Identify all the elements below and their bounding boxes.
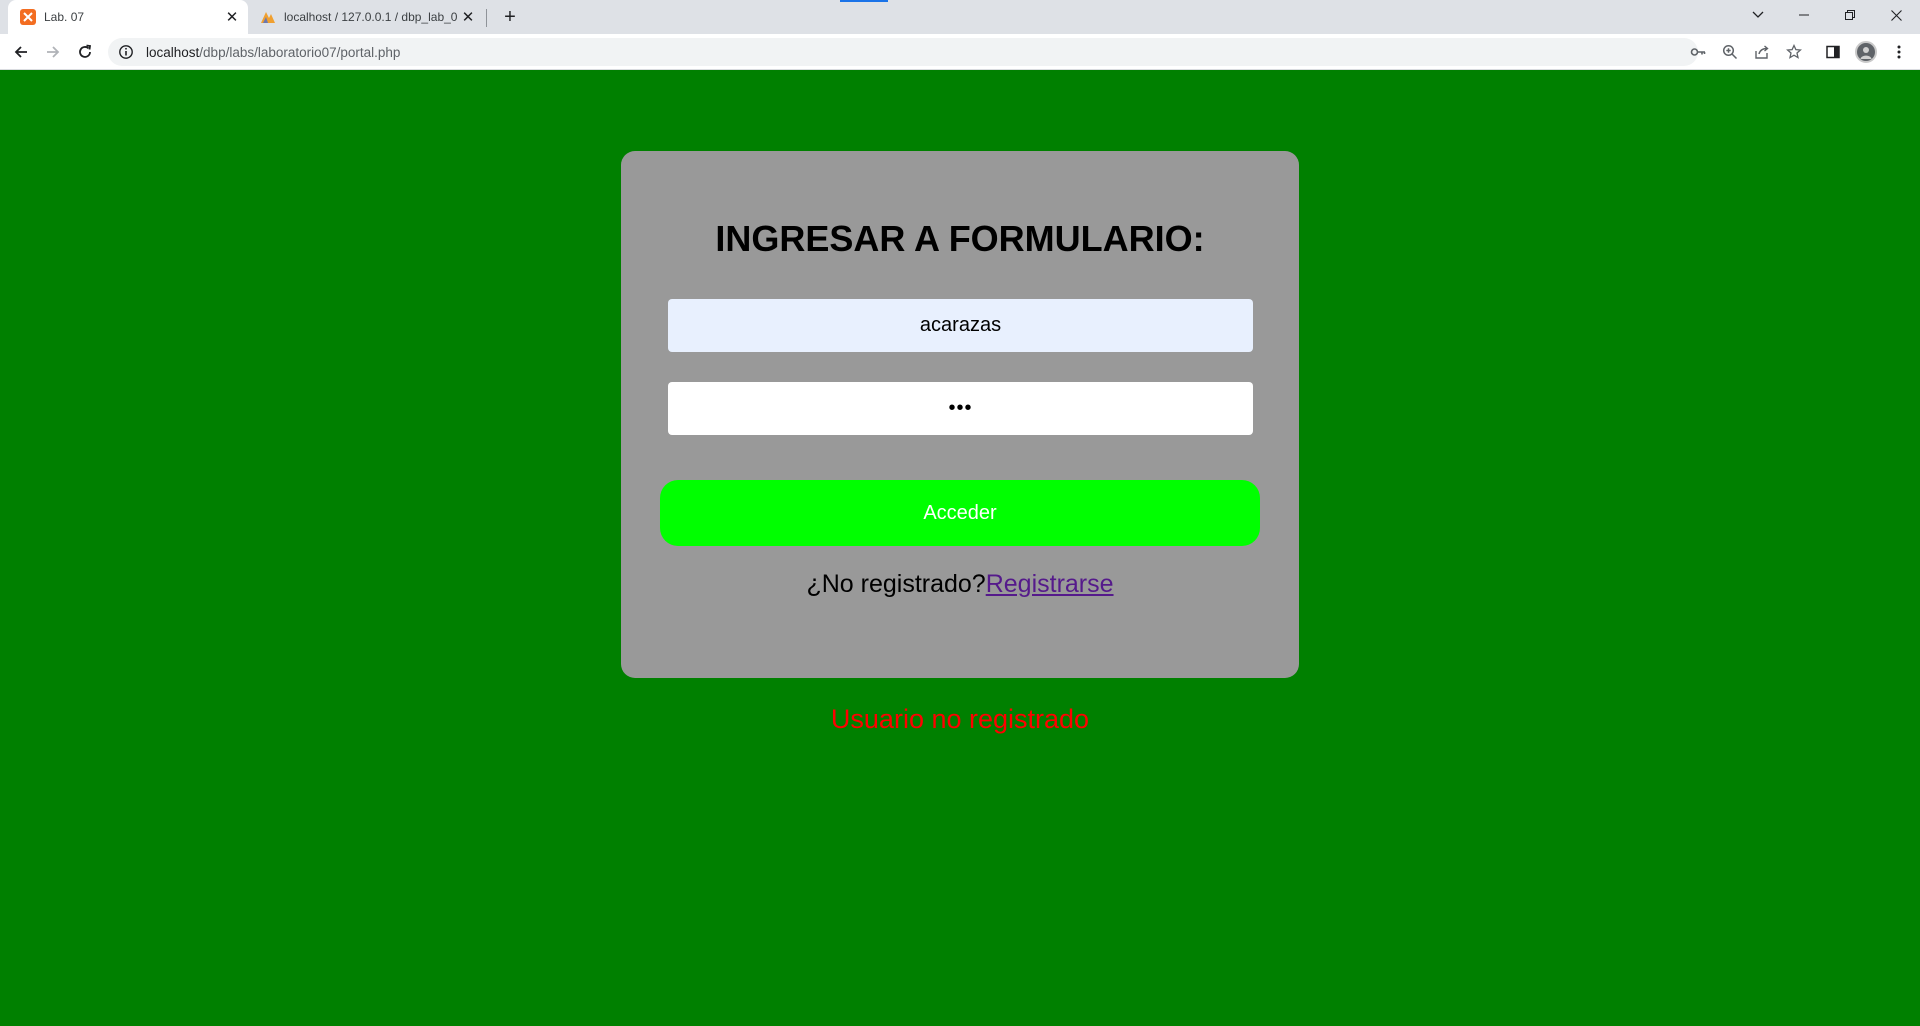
side-panel-icon bbox=[1826, 45, 1840, 59]
xampp-icon bbox=[20, 9, 36, 25]
arrow-right-icon bbox=[47, 46, 60, 58]
zoom-in-icon bbox=[1722, 44, 1738, 60]
register-link[interactable]: Registrarse bbox=[986, 570, 1114, 598]
side-panel-button[interactable] bbox=[1822, 41, 1844, 63]
profile-avatar[interactable] bbox=[1855, 41, 1877, 63]
minimize-icon bbox=[1799, 14, 1809, 16]
username-input[interactable] bbox=[668, 299, 1253, 352]
forward-button[interactable] bbox=[39, 38, 67, 66]
tab-lab07[interactable]: Lab. 07 ✕ bbox=[8, 0, 248, 34]
acceder-button[interactable]: Acceder bbox=[660, 480, 1260, 546]
close-window-button[interactable] bbox=[1873, 0, 1919, 30]
register-prompt-text: ¿No registrado? bbox=[806, 570, 986, 598]
arrow-left-icon bbox=[14, 46, 27, 58]
password-input[interactable] bbox=[668, 382, 1253, 435]
browser-tabstrip: Lab. 07 ✕ localhost / 127.0.0.1 / dbp_la… bbox=[0, 0, 1920, 34]
close-tab-icon[interactable]: ✕ bbox=[458, 7, 478, 27]
login-card: INGRESAR A FORMULARIO: Acceder ¿No regis… bbox=[621, 151, 1299, 678]
restore-icon bbox=[1845, 10, 1855, 20]
close-tab-icon[interactable]: ✕ bbox=[222, 7, 242, 27]
share-icon bbox=[1755, 45, 1769, 59]
tab-title: Lab. 07 bbox=[44, 10, 85, 24]
info-icon[interactable] bbox=[118, 44, 134, 60]
restore-button[interactable] bbox=[1827, 0, 1873, 30]
zoom-button[interactable] bbox=[1720, 42, 1740, 62]
profile-icon bbox=[1860, 47, 1872, 59]
more-vertical-icon bbox=[1897, 45, 1901, 59]
password-key-button[interactable] bbox=[1688, 42, 1708, 62]
minimize-button[interactable] bbox=[1781, 0, 1827, 30]
url-path: /dbp/labs/laboratorio07/portal.php bbox=[199, 44, 401, 60]
register-prompt: ¿No registrado?Registrarse bbox=[621, 570, 1299, 599]
star-icon bbox=[1786, 44, 1802, 59]
new-tab-button[interactable]: + bbox=[498, 5, 522, 29]
tab-title: localhost / 127.0.0.1 / dbp_lab_0( bbox=[284, 10, 458, 24]
url-host: localhost bbox=[146, 44, 200, 60]
tab-phpmyadmin[interactable]: localhost / 127.0.0.1 / dbp_lab_0( ✕ bbox=[252, 0, 484, 34]
browser-toolbar: localhost/dbp/labs/laboratorio07/portal.… bbox=[0, 34, 1920, 70]
tab-separator bbox=[486, 9, 487, 27]
tab-drag-indicator bbox=[840, 0, 888, 2]
bookmark-button[interactable] bbox=[1784, 42, 1804, 62]
tab-search-button[interactable] bbox=[1735, 0, 1781, 30]
chevron-down-icon bbox=[1752, 11, 1764, 18]
form-title: INGRESAR A FORMULARIO: bbox=[715, 218, 1205, 259]
reload-icon bbox=[79, 44, 92, 58]
browser-menu-button[interactable] bbox=[1888, 41, 1910, 63]
key-icon bbox=[1690, 48, 1706, 56]
reload-button[interactable] bbox=[71, 38, 99, 66]
close-icon bbox=[1890, 9, 1902, 21]
back-button[interactable] bbox=[7, 38, 35, 66]
share-button[interactable] bbox=[1752, 42, 1772, 62]
address-bar[interactable]: localhost/dbp/labs/laboratorio07/portal.… bbox=[108, 38, 1698, 66]
error-message: Usuario no registrado bbox=[830, 704, 1090, 734]
phpmyadmin-icon bbox=[260, 9, 276, 25]
